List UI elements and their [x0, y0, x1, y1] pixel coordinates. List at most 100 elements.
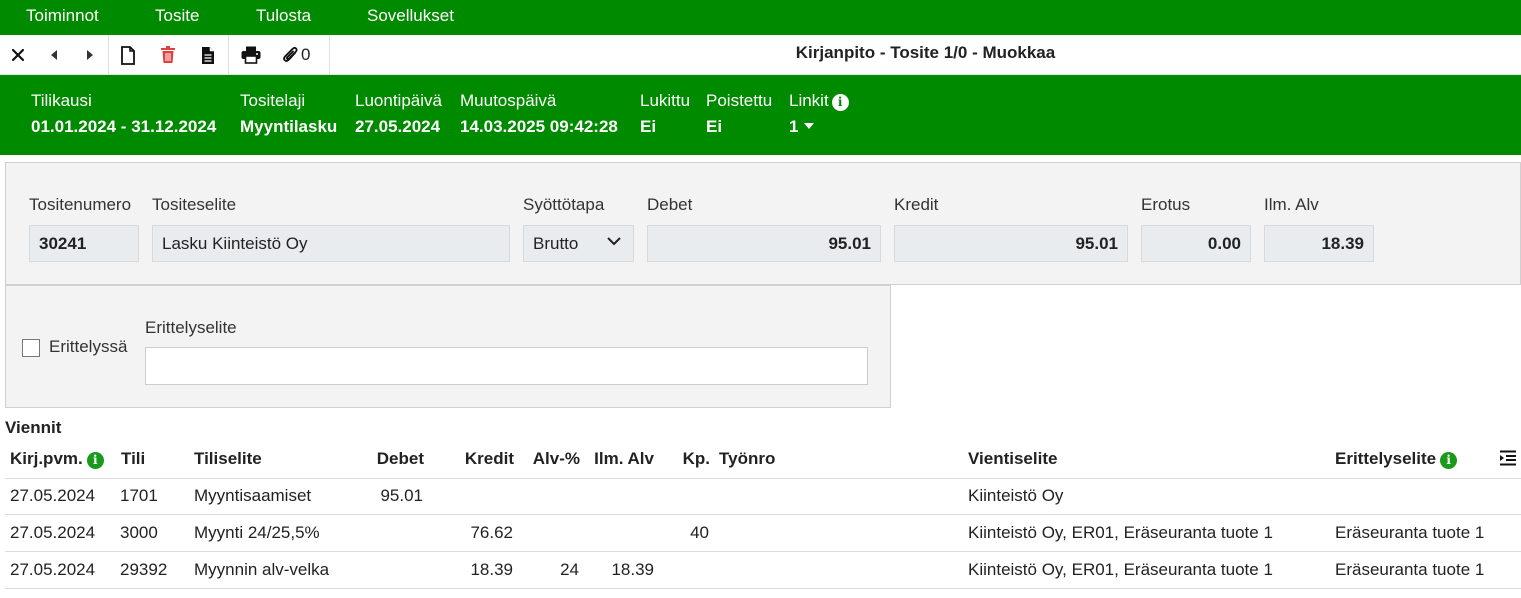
- info-luontipaiva: Luontipäivä 27.05.2024: [355, 90, 442, 138]
- tilikausi-value: 01.01.2024 - 31.12.2024: [31, 117, 217, 136]
- row-divider: [5, 514, 1521, 515]
- header-divider: [5, 478, 1521, 479]
- cell-tili: 3000: [120, 523, 158, 542]
- new-document-icon[interactable]: [115, 42, 141, 68]
- cell-kirjpvm: 27.05.2024: [10, 560, 96, 579]
- cell-tiliselite: Myynnin alv-velka: [194, 560, 330, 579]
- col-tyonro[interactable]: Työnro: [719, 449, 775, 469]
- info-icon[interactable]: i: [86, 452, 104, 469]
- lukittu-label: Lukittu: [640, 91, 691, 110]
- column-settings-icon[interactable]: [1500, 450, 1516, 471]
- cell-tili: 29392: [120, 560, 168, 579]
- tosite-form-panel: Tositenumero 30241 Tositeselite Lasku Ki…: [5, 162, 1521, 285]
- cell-debet: 95.01: [380, 486, 423, 505]
- lukittu-value: Ei: [640, 117, 657, 136]
- print-icon[interactable]: [238, 42, 264, 68]
- viennit-title: Viennit: [5, 418, 62, 437]
- menu-sovellukset[interactable]: Sovellukset: [367, 0, 454, 35]
- syottotapa-select[interactable]: Brutto: [523, 225, 634, 262]
- cell-tiliselite: Myyntisaamiset: [194, 486, 312, 505]
- muutospaiva-value: 14.03.2025 09:42:28: [460, 117, 618, 136]
- window-title: Kirjanpito - Tosite 1/0 - Muokkaa: [795, 43, 1056, 62]
- info-tositelaji: Tositelaji Myyntilasku: [240, 90, 337, 138]
- info-icon[interactable]: i: [1440, 452, 1458, 469]
- col-vientiselite[interactable]: Vientiselite: [968, 449, 1057, 469]
- delete-icon[interactable]: [155, 42, 181, 68]
- syottotapa-value: Brutto: [533, 234, 579, 253]
- attachment-icon: [282, 46, 299, 64]
- tositelaji-label: Tositelaji: [240, 91, 306, 110]
- caret-down-icon: [804, 123, 815, 129]
- tositeselite-label: Tositeselite: [152, 195, 237, 214]
- linkit-label-row: Linkit i: [789, 90, 849, 112]
- close-icon[interactable]: [5, 42, 31, 68]
- cell-kredit: 18.39: [470, 560, 513, 579]
- cell-erittelyselite: Eräseuranta tuote 1: [1335, 560, 1485, 579]
- col-kp[interactable]: Kp.: [670, 449, 710, 469]
- erittelyssa-checkbox[interactable]: [22, 339, 40, 357]
- syottotapa-label: Syöttötapa: [523, 195, 605, 214]
- document-text-icon[interactable]: [195, 42, 221, 68]
- prev-icon[interactable]: [41, 42, 67, 68]
- kredit-field[interactable]: 95.01: [894, 225, 1128, 262]
- col-kredit[interactable]: Kredit: [440, 449, 514, 469]
- cell-kirjpvm: 27.05.2024: [10, 523, 96, 542]
- info-icon[interactable]: i: [831, 94, 849, 111]
- luontipaiva-value: 27.05.2024: [355, 117, 441, 136]
- col-ilmalv[interactable]: Ilm. Alv: [585, 449, 654, 469]
- attachment-count: 0: [301, 45, 311, 64]
- col-debet[interactable]: Debet: [350, 449, 424, 469]
- document-info-bar: Tilikausi 01.01.2024 - 31.12.2024 Tosite…: [0, 75, 1521, 155]
- tositeselite-field[interactable]: Lasku Kiinteistö Oy: [152, 225, 510, 262]
- erittelyssa-label: Erittelyssä: [49, 337, 128, 356]
- cell-tiliselite: Myynti 24/25,5%: [194, 523, 320, 542]
- next-icon[interactable]: [77, 42, 103, 68]
- cell-vientiselite: Kiinteistö Oy, ER01, Eräseuranta tuote 1: [968, 560, 1273, 579]
- col-kirjpvm-label: Kirj.pvm.: [10, 449, 83, 468]
- chevron-down-icon: [607, 237, 621, 246]
- col-erittelyselite-label: Erittelyselite: [1335, 449, 1437, 468]
- tositelaji-value: Myyntilasku: [240, 117, 338, 136]
- ilm-alv-field[interactable]: 18.39: [1264, 225, 1374, 262]
- kredit-label: Kredit: [894, 195, 939, 214]
- col-tili[interactable]: Tili: [121, 449, 145, 469]
- erittely-panel: Erittelyssä Erittelyselite: [5, 285, 891, 408]
- col-alv[interactable]: Alv-%: [520, 449, 580, 469]
- attachment-button[interactable]: 0: [282, 42, 322, 68]
- cell-vientiselite: Kiinteistö Oy: [968, 486, 1064, 505]
- tositenumero-field[interactable]: 30241: [29, 225, 139, 262]
- cell-alv: 24: [560, 560, 579, 579]
- menu-toiminnot[interactable]: Toiminnot: [26, 0, 99, 35]
- row-divider: [5, 588, 1521, 589]
- col-kirjpvm[interactable]: Kirj.pvm. i: [10, 449, 104, 469]
- toolbar: 0 Kirjanpito - Tosite 1/0 - Muokkaa: [0, 35, 1521, 75]
- linkit-label: Linkit: [789, 91, 829, 110]
- erittelyselite-input[interactable]: [145, 347, 868, 385]
- muutospaiva-label: Muutospäivä: [460, 91, 557, 110]
- luontipaiva-label: Luontipäivä: [355, 91, 442, 110]
- debet-label: Debet: [647, 195, 693, 214]
- menu-tosite[interactable]: Tosite: [155, 0, 199, 35]
- menu-bar: Toiminnot Tosite Tulosta Sovellukset: [0, 0, 1521, 35]
- cell-ilmalv: 18.39: [611, 560, 654, 579]
- linkit-dropdown[interactable]: 1: [789, 116, 849, 138]
- poistettu-label: Poistettu: [706, 91, 773, 110]
- debet-field[interactable]: 95.01: [647, 225, 881, 262]
- erotus-field[interactable]: 0.00: [1141, 225, 1251, 262]
- cell-tili: 1701: [120, 486, 158, 505]
- info-muutospaiva: Muutospäivä 14.03.2025 09:42:28: [460, 90, 618, 138]
- tositenumero-label: Tositenumero: [29, 195, 132, 214]
- erotus-label: Erotus: [1141, 195, 1191, 214]
- linkit-value: 1: [789, 117, 799, 136]
- info-linkit: Linkit i 1: [789, 90, 849, 138]
- info-tilikausi: Tilikausi 01.01.2024 - 31.12.2024: [31, 90, 216, 138]
- cell-kirjpvm: 27.05.2024: [10, 486, 96, 505]
- poistettu-value: Ei: [706, 117, 723, 136]
- col-erittelyselite[interactable]: Erittelyselite i: [1335, 449, 1458, 469]
- col-tiliselite[interactable]: Tiliselite: [194, 449, 262, 469]
- row-divider: [5, 551, 1521, 552]
- menu-tulosta[interactable]: Tulosta: [256, 0, 311, 35]
- ilm-alv-label: Ilm. Alv: [1264, 195, 1319, 214]
- cell-kp: 40: [690, 523, 709, 542]
- cell-kredit: 76.62: [470, 523, 513, 542]
